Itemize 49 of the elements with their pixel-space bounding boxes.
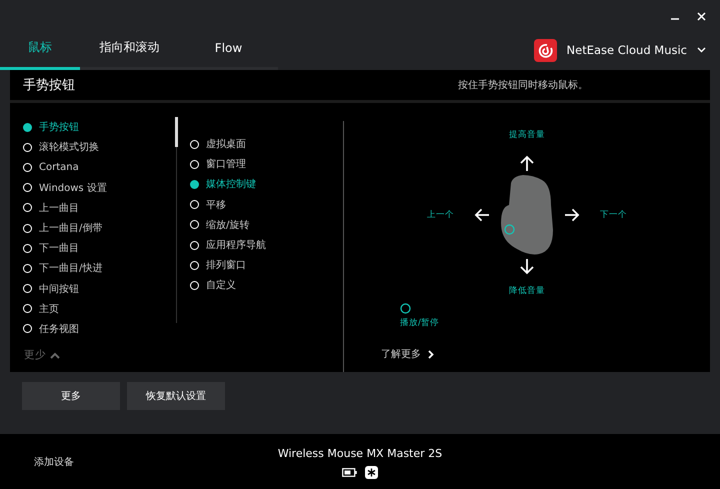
gesture-mode-option[interactable]: 平移: [190, 194, 343, 215]
receiver-icon: [365, 466, 378, 479]
arrow-left-icon: [474, 208, 489, 222]
button-option[interactable]: 任务视图: [23, 318, 176, 340]
learn-more-link[interactable]: 了解更多: [381, 347, 434, 361]
button-option[interactable]: 手势按钮: [23, 117, 176, 138]
gesture-mode-option[interactable]: 排列窗口: [190, 255, 343, 276]
button-option[interactable]: 下一曲目: [23, 238, 176, 258]
button-option[interactable]: 中间按钮: [23, 278, 176, 299]
gesture-mode-option[interactable]: 虚拟桌面: [190, 134, 343, 154]
button-option[interactable]: 主页: [23, 298, 176, 319]
gesture-mode-option[interactable]: 自定义: [190, 275, 343, 296]
app-logo-icon: [534, 38, 557, 62]
click-marker-icon: [400, 303, 411, 314]
button-option[interactable]: 上一曲目: [23, 198, 176, 218]
device-name[interactable]: Wireless Mouse MX Master 2S: [278, 447, 442, 460]
close-icon[interactable]: [697, 12, 706, 20]
action-button[interactable]: 更多: [22, 382, 120, 410]
chevron-down-icon[interactable]: [697, 47, 706, 53]
arrow-right-icon: [565, 208, 580, 222]
button-option[interactable]: 上一曲目/倒带: [23, 218, 176, 238]
tab[interactable]: Flow: [179, 29, 278, 70]
chevron-up-icon: [50, 352, 60, 359]
gesture-label: 下一个: [600, 209, 627, 221]
action-button[interactable]: 恢复默认设置: [127, 382, 225, 410]
arrow-down-icon: [520, 259, 534, 275]
gesture-label: 上一个: [427, 209, 454, 221]
gesture-button-marker-icon: [504, 224, 515, 235]
add-device-link[interactable]: 添加设备: [34, 454, 74, 468]
button-option[interactable]: Cortana: [23, 157, 176, 178]
tab[interactable]: 指向和滚动: [80, 29, 179, 70]
arrow-up-icon: [520, 155, 534, 171]
gesture-mode-option[interactable]: 缩放/旋转: [190, 214, 343, 235]
app-selector[interactable]: NetEase Cloud Music: [566, 43, 687, 57]
hint-text: 按住手势按钮同时移动鼠标。: [458, 78, 588, 92]
button-option[interactable]: Windows 设置: [23, 178, 176, 198]
gesture-label: 提高音量: [509, 129, 545, 141]
gesture-mode-option[interactable]: 窗口管理: [190, 154, 343, 174]
gesture-mode-option[interactable]: 媒体控制键: [190, 174, 343, 195]
click-action-label: 播放/暂停: [400, 317, 439, 329]
scrollbar-thumb[interactable]: [175, 117, 178, 147]
gesture-mode-option[interactable]: 应用程序导航: [190, 234, 343, 256]
gesture-label: 降低音量: [509, 285, 545, 297]
button-option[interactable]: 下一曲目/快进: [23, 258, 176, 278]
panel-title: 手势按钮: [23, 77, 75, 94]
chevron-right-icon: [428, 350, 434, 358]
battery-icon: [342, 468, 357, 477]
button-option[interactable]: 滚轮模式切换: [23, 137, 176, 158]
show-less-link[interactable]: 更少: [24, 348, 60, 362]
